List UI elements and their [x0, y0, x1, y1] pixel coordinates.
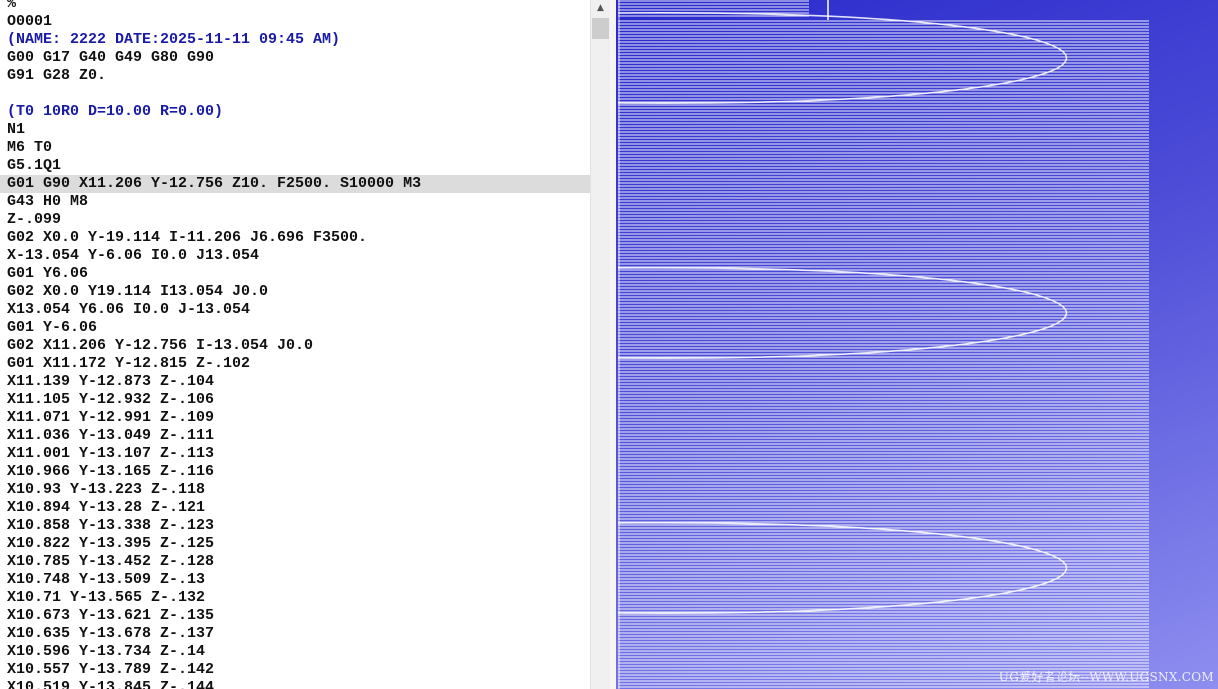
code-line[interactable]: X10.894 Y-13.28 Z-.121 — [0, 499, 590, 517]
code-line[interactable]: X10.596 Y-13.734 Z-.14 — [0, 643, 590, 661]
code-line[interactable]: X11.001 Y-13.107 Z-.113 — [0, 445, 590, 463]
code-line[interactable]: G43 H0 M8 — [0, 193, 590, 211]
code-line[interactable]: X11.036 Y-13.049 Z-.111 — [0, 427, 590, 445]
code-line[interactable]: G01 G90 X11.206 Y-12.756 Z10. F2500. S10… — [0, 175, 590, 193]
code-line[interactable]: X10.785 Y-13.452 Z-.128 — [0, 553, 590, 571]
code-line[interactable]: G02 X0.0 Y19.114 I13.054 J0.0 — [0, 283, 590, 301]
code-line[interactable]: X13.054 Y6.06 I0.0 J-13.054 — [0, 301, 590, 319]
code-line[interactable]: G01 Y-6.06 — [0, 319, 590, 337]
code-line[interactable]: X10.519 Y-13.845 Z-.144 — [0, 679, 590, 689]
code-line[interactable]: Z-.099 — [0, 211, 590, 229]
code-line[interactable]: O0001 — [0, 13, 590, 31]
code-line[interactable]: X10.966 Y-13.165 Z-.116 — [0, 463, 590, 481]
code-line[interactable]: G02 X11.206 Y-12.756 I-13.054 J0.0 — [0, 337, 590, 355]
code-line[interactable] — [0, 85, 590, 103]
scroll-thumb[interactable] — [592, 18, 609, 39]
code-line[interactable]: (NAME: 2222 DATE:2025-11-11 09:45 AM) — [0, 31, 590, 49]
code-line[interactable]: (T0 10R0 D=10.00 R=0.00) — [0, 103, 590, 121]
code-line[interactable]: G5.1Q1 — [0, 157, 590, 175]
toolpath-viewer[interactable]: UG爱好者论坛--WWW.UGSNX.COM — [616, 0, 1218, 689]
code-line[interactable]: G02 X0.0 Y-19.114 I-11.206 J6.696 F3500. — [0, 229, 590, 247]
code-line[interactable]: X11.105 Y-12.932 Z-.106 — [0, 391, 590, 409]
code-line[interactable]: M6 T0 — [0, 139, 590, 157]
code-line[interactable]: X10.635 Y-13.678 Z-.137 — [0, 625, 590, 643]
code-line[interactable]: G01 Y6.06 — [0, 265, 590, 283]
code-line[interactable]: X11.071 Y-12.991 Z-.109 — [0, 409, 590, 427]
code-line[interactable]: X10.858 Y-13.338 Z-.123 — [0, 517, 590, 535]
code-line[interactable]: X10.748 Y-13.509 Z-.13 — [0, 571, 590, 589]
nc-code-editor[interactable]: % O0001 (NAME: 2222 DATE:2025-11-11 09:45 … — [0, 0, 590, 689]
forum-watermark: UG爱好者论坛--WWW.UGSNX.COM — [998, 670, 1214, 684]
code-lines: % O0001 (NAME: 2222 DATE:2025-11-11 09:45 … — [0, 0, 590, 689]
code-line[interactable]: G91 G28 Z0. — [0, 67, 590, 85]
code-line[interactable]: X11.139 Y-12.873 Z-.104 — [0, 373, 590, 391]
code-line[interactable]: G00 G17 G40 G49 G80 G90 — [0, 49, 590, 67]
scroll-up-arrow-icon[interactable]: ▲ — [591, 0, 610, 17]
vertical-scrollbar[interactable]: ▲ — [590, 0, 610, 689]
code-line[interactable]: X-13.054 Y-6.06 I0.0 J13.054 — [0, 247, 590, 265]
code-line[interactable]: X10.673 Y-13.621 Z-.135 — [0, 607, 590, 625]
code-line[interactable]: X10.822 Y-13.395 Z-.125 — [0, 535, 590, 553]
code-line[interactable]: X10.557 Y-13.789 Z-.142 — [0, 661, 590, 679]
code-line[interactable]: % — [0, 0, 590, 13]
code-line[interactable]: G01 X11.172 Y-12.815 Z-.102 — [0, 355, 590, 373]
code-line[interactable]: N1 — [0, 121, 590, 139]
code-line[interactable]: X10.93 Y-13.223 Z-.118 — [0, 481, 590, 499]
code-line[interactable]: X10.71 Y-13.565 Z-.132 — [0, 589, 590, 607]
toolpath-graphics — [617, 0, 1149, 689]
